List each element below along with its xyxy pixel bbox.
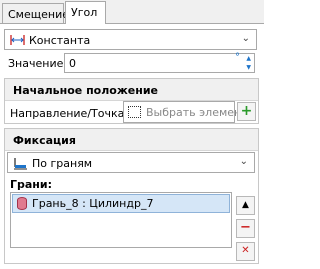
face-item-label: Грань_8 : Цилиндр_7	[32, 197, 154, 210]
chevron-down-icon: ⌄	[241, 33, 250, 44]
unit-label: °	[235, 52, 240, 63]
cylinder-face-icon	[17, 197, 27, 210]
fixation-mode-value: По граням	[32, 157, 93, 170]
remove-face-button[interactable]: −	[236, 219, 255, 238]
element-select-placeholder: Выбрать элемент	[146, 106, 248, 119]
clear-faces-button[interactable]: ✕	[236, 242, 255, 261]
tab-bar: Смещение Угол	[0, 0, 264, 24]
fixation-group: Фиксация По граням ⌄ Грани: Грань_8 : Ци…	[4, 128, 259, 264]
distance-icon	[10, 34, 25, 49]
initial-position-group: Начальное положение Направление/Точка: В…	[4, 78, 259, 124]
fixation-mode-select[interactable]: По граням ⌄	[7, 152, 255, 173]
tab-divider	[0, 23, 264, 24]
chevron-down-icon: ⌄	[239, 156, 248, 167]
element-select-field[interactable]: Выбрать элемент	[123, 101, 248, 123]
spin-up-icon[interactable]: ▲	[246, 55, 251, 62]
type-select-value: Константа	[29, 34, 91, 47]
add-element-button[interactable]: +	[237, 102, 256, 121]
faces-icon	[13, 157, 28, 173]
value-input-text: 0	[69, 57, 76, 70]
type-select[interactable]: Константа ⌄	[4, 29, 257, 50]
value-label: Значение:	[8, 57, 68, 70]
fixation-title: Фиксация	[5, 129, 258, 151]
spin-down-icon[interactable]: ▼	[246, 64, 251, 71]
tab-offset[interactable]: Смещение	[2, 3, 69, 24]
list-item[interactable]: Грань_8 : Цилиндр_7	[12, 194, 230, 213]
faces-label: Грани:	[10, 178, 53, 191]
initial-position-title: Начальное положение	[5, 79, 258, 101]
value-input[interactable]: 0 ▲ ▼ °	[64, 52, 255, 73]
move-up-button[interactable]: ▲	[236, 196, 255, 215]
selection-box-icon	[128, 106, 141, 118]
faces-list[interactable]: Грань_8 : Цилиндр_7	[10, 192, 232, 248]
direction-label: Направление/Точка:	[10, 107, 129, 120]
tab-angle[interactable]: Угол	[65, 1, 106, 24]
